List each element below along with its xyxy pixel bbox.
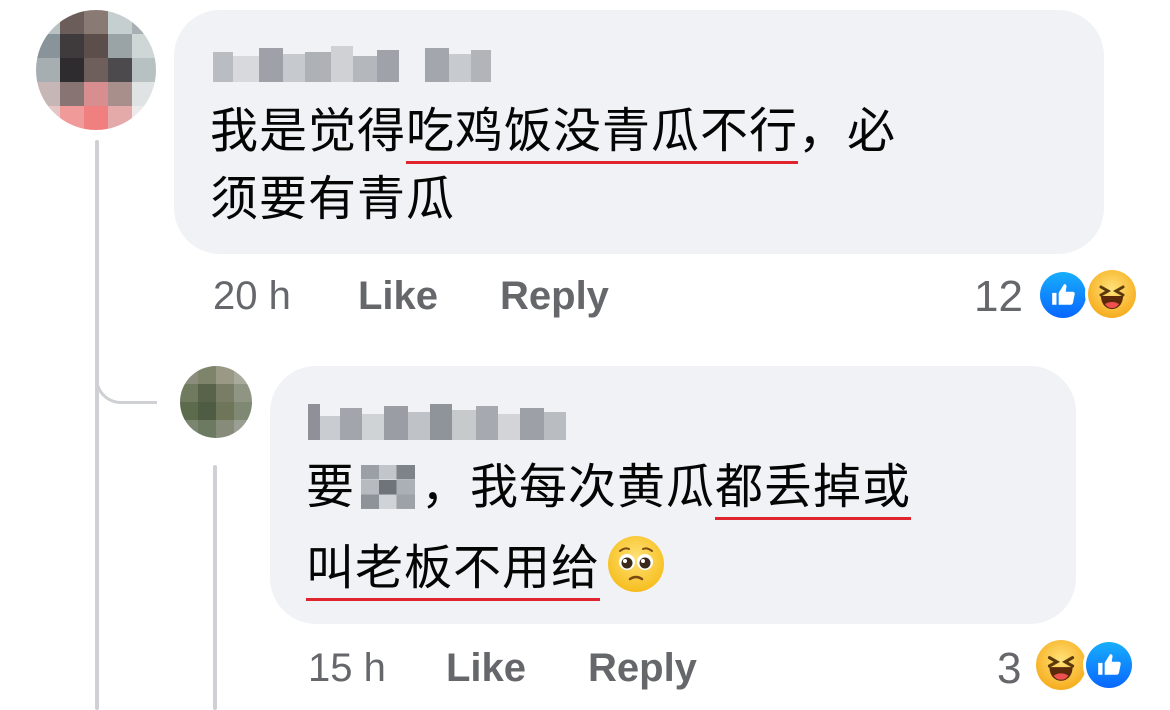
comment-text-line-1: 我是觉得吃鸡饭没青瓜不行，必: [210, 100, 897, 164]
haha-icon[interactable]: [1036, 640, 1086, 690]
reply-button[interactable]: Reply: [588, 646, 697, 691]
replier-name-redacted[interactable]: [308, 400, 566, 440]
reply-text-line-2: 叫老板不用给: [306, 536, 665, 601]
comment-text-segment: 须要有青瓜: [210, 171, 456, 227]
reply-text-segment: ，我每次黄瓜: [421, 459, 716, 515]
commenter-name-redacted[interactable]: [213, 44, 491, 82]
reaction-count[interactable]: 3: [997, 644, 1021, 694]
thread-line-main: [95, 140, 99, 710]
comment-text-line-2: 须要有青瓜: [210, 168, 455, 230]
timestamp[interactable]: 15 h: [308, 646, 386, 691]
redacted-word: [361, 465, 416, 509]
timestamp[interactable]: 20 h: [213, 274, 291, 319]
like-button[interactable]: Like: [446, 646, 526, 691]
reply-button[interactable]: Reply: [500, 274, 609, 319]
underlined-text: 吃鸡饭没青瓜不行: [406, 103, 799, 164]
like-icon[interactable]: [1086, 642, 1132, 688]
reaction-count[interactable]: 12: [974, 272, 1023, 322]
like-button[interactable]: Like: [358, 274, 438, 319]
pleading-face-emoji: [608, 536, 665, 592]
comment-text-segment: ，必: [798, 103, 897, 159]
underlined-text: 叫老板不用给: [306, 540, 601, 601]
thread-line-reply: [213, 465, 217, 710]
comment-text-segment: 我是觉得: [210, 103, 407, 159]
avatar[interactable]: [180, 366, 252, 438]
haha-icon[interactable]: [1088, 270, 1136, 318]
thread-connector-reply: [95, 330, 157, 404]
underlined-text: 都丢掉或: [715, 459, 912, 520]
reply-text-segment: 要: [306, 459, 356, 515]
reply-text-line-1: 要 ，我每次黄瓜都丢掉或: [306, 456, 912, 520]
like-icon[interactable]: [1040, 272, 1086, 318]
avatar[interactable]: [36, 10, 156, 130]
